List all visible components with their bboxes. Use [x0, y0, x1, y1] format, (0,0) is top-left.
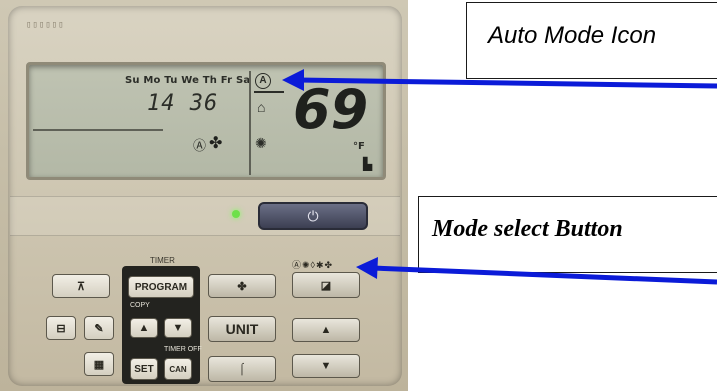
program-button[interactable]: PROGRAM: [128, 276, 194, 298]
corner-icon: ▙: [363, 157, 373, 171]
sun-icon: ✺: [255, 135, 267, 151]
temp-up-button[interactable]: ▲: [292, 318, 360, 342]
schedule-button[interactable]: ⊼: [52, 274, 110, 298]
mode-icons-row: Ⓐ✺◊✱✤: [292, 260, 334, 270]
lcd-divider-vertical: [249, 71, 251, 175]
lcd-unit: °F: [353, 141, 365, 152]
fan-speed-button[interactable]: ✤: [208, 274, 276, 298]
auto-mode-icon: A: [255, 73, 271, 89]
timer-up-button[interactable]: ▲: [130, 318, 158, 338]
set-button[interactable]: SET: [130, 358, 158, 380]
power-button[interactable]: ⏻: [258, 202, 368, 230]
lcd-display: Su Mo Tu We Th Fr Sa 14 36 A ⌂ ✺ Ⓐ ✤ 69 …: [26, 62, 386, 180]
copy-label: COPY: [130, 302, 150, 309]
filter-button[interactable]: ▦: [84, 352, 114, 376]
fan-speed-icon: ✤: [237, 280, 247, 293]
maintenance-button[interactable]: ✎: [84, 316, 114, 340]
timer-off-label: TIMER OFF: [164, 346, 202, 353]
mode-select-callout-label: Mode select Button: [432, 216, 623, 242]
timer-label: TIMER: [150, 256, 175, 265]
lcd-clock: 14 36: [147, 91, 219, 116]
auto-mode-underline: [254, 91, 284, 93]
arrow-down-icon: ▼: [172, 322, 184, 334]
grid-icon: ▦: [93, 358, 105, 371]
temp-down-button[interactable]: ▼: [292, 354, 360, 378]
arrow-down-icon: ▼: [320, 360, 332, 372]
schedule-icon: ⊼: [76, 280, 86, 293]
wrench-icon: ✎: [94, 322, 104, 335]
lcd-divider-horizontal: [33, 129, 163, 131]
lcd-auto-small-icon: Ⓐ: [193, 138, 209, 153]
arrow-up-icon: ▲: [138, 322, 150, 334]
cancel-button[interactable]: CAN: [164, 358, 192, 380]
auto-mode-callout-label: Auto Mode Icon: [488, 22, 657, 49]
power-icon: ⏻: [307, 207, 319, 224]
vent-dots: ▯▯▯▯▯▯: [26, 20, 65, 30]
program-button-label: PROGRAM: [134, 281, 188, 293]
unit-button-label: UNIT: [225, 321, 259, 337]
louver-button[interactable]: ⌠: [208, 356, 276, 382]
arrow-up-icon: ▲: [320, 324, 332, 336]
fan-icon: ✤: [209, 135, 223, 152]
ventilation-icon: ⊟: [56, 322, 66, 335]
ventilation-button[interactable]: ⊟: [46, 316, 76, 340]
timer-down-button[interactable]: ▼: [164, 318, 192, 338]
thermostat-photo: ▯▯▯▯▯▯ Su Mo Tu We Th Fr Sa 14 36 A ⌂ ✺ …: [0, 0, 408, 391]
lcd-days: Su Mo Tu We Th Fr Sa: [125, 75, 251, 86]
mode-select-icon: ◪: [320, 279, 332, 292]
louver-icon: ⌠: [238, 363, 246, 375]
unit-button[interactable]: UNIT: [208, 316, 276, 342]
house-icon: ⌂: [257, 99, 266, 115]
mode-select-button[interactable]: ◪: [292, 272, 360, 298]
set-button-label: SET: [134, 363, 154, 375]
status-led: [232, 210, 240, 218]
lcd-temperature: 69: [293, 78, 369, 141]
cancel-button-label: CAN: [169, 364, 187, 374]
